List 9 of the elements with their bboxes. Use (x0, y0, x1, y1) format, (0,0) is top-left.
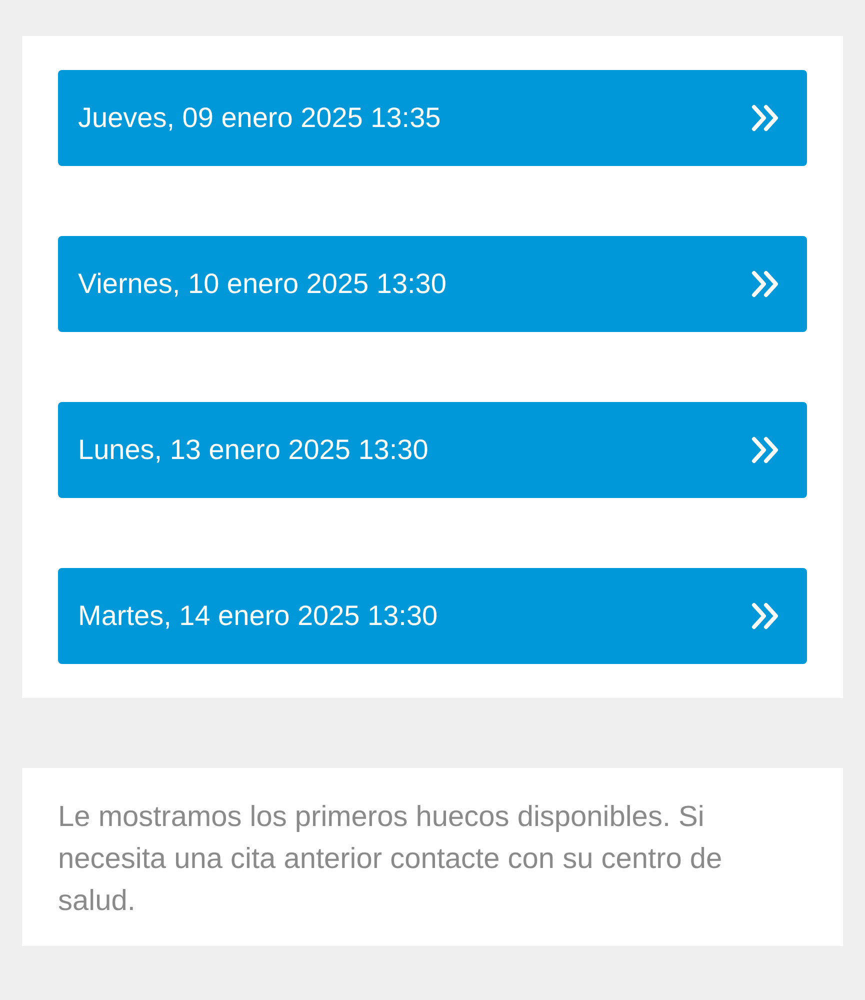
double-chevron-icon (751, 436, 781, 464)
double-chevron-icon (751, 104, 781, 132)
notice-text: Le mostramos los primeros huecos disponibles. Si necesita una cita anterior contacte con su centro de salud. (58, 800, 724, 919)
appointment-button[interactable]: Viernes, 10 enero 2025 13:30 (58, 236, 807, 332)
double-chevron-icon (751, 602, 781, 630)
appointment-button[interactable]: Martes, 14 enero 2025 13:30 (58, 568, 807, 664)
double-chevron-icon (751, 270, 781, 298)
appointment-button[interactable]: Lunes, 13 enero 2025 13:30 (58, 402, 807, 498)
appointment-button[interactable]: Jueves, 09 enero 2025 13:35 (58, 70, 807, 166)
